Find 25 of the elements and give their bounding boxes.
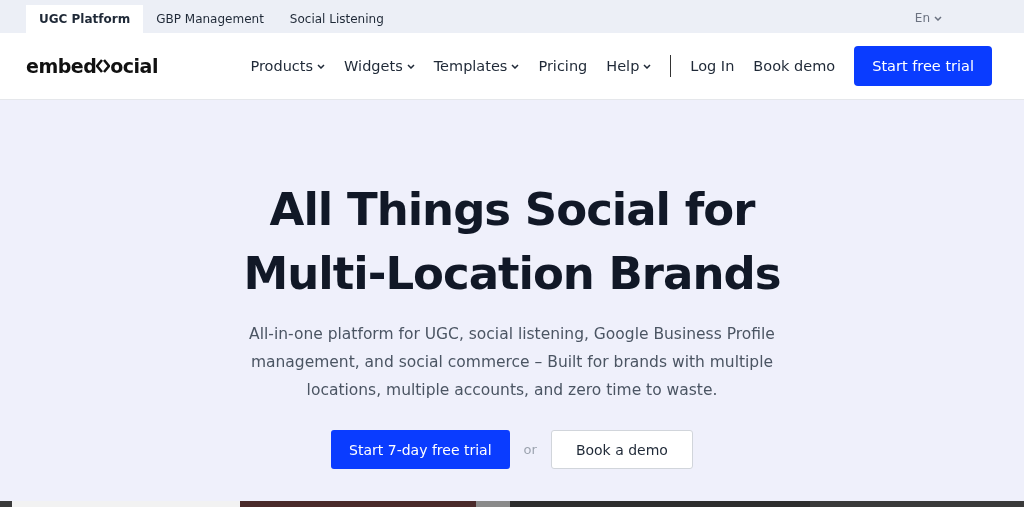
nav-link[interactable]: Pricing — [538, 58, 588, 74]
login-link[interactable]: Log In — [690, 58, 735, 74]
book-demo-button[interactable]: Book a demo — [550, 430, 693, 469]
caret-icon — [643, 63, 652, 69]
start-trial-button[interactable]: Start free trial — [854, 46, 992, 86]
book-demo-link[interactable]: Book demo — [753, 58, 836, 74]
logo-text: ocial — [110, 55, 158, 77]
product-tab[interactable]: Social Listening — [276, 5, 397, 33]
caret-icon — [317, 63, 326, 69]
nav-link[interactable]: Help — [606, 58, 652, 74]
hero-description: All-in-one platform for UGC, social listening, Google Business Profile management, and social commerce – Built for brands with multiple locations, multiple accounts, and zero time to waste. — [248, 324, 776, 401]
logo-text: embed — [26, 55, 97, 77]
or-text: or — [523, 442, 537, 457]
chevrons-logo-icon — [96, 58, 111, 74]
free-trial-button[interactable]: Start 7-day free trial — [331, 430, 510, 469]
caret-icon — [934, 15, 942, 21]
product-tab[interactable]: GBP Management — [143, 5, 277, 33]
caret-icon — [406, 63, 415, 69]
language-selector[interactable]: En — [908, 10, 948, 26]
hero-heading: All Things Social for Multi-Location Brands — [243, 182, 781, 302]
product-tab[interactable]: UGC Platform — [26, 5, 144, 33]
nav-link[interactable]: Widgets — [344, 58, 415, 74]
caret-icon — [511, 63, 520, 69]
nav-link[interactable]: Products — [250, 58, 326, 74]
nav-link[interactable]: Templates — [433, 58, 520, 74]
